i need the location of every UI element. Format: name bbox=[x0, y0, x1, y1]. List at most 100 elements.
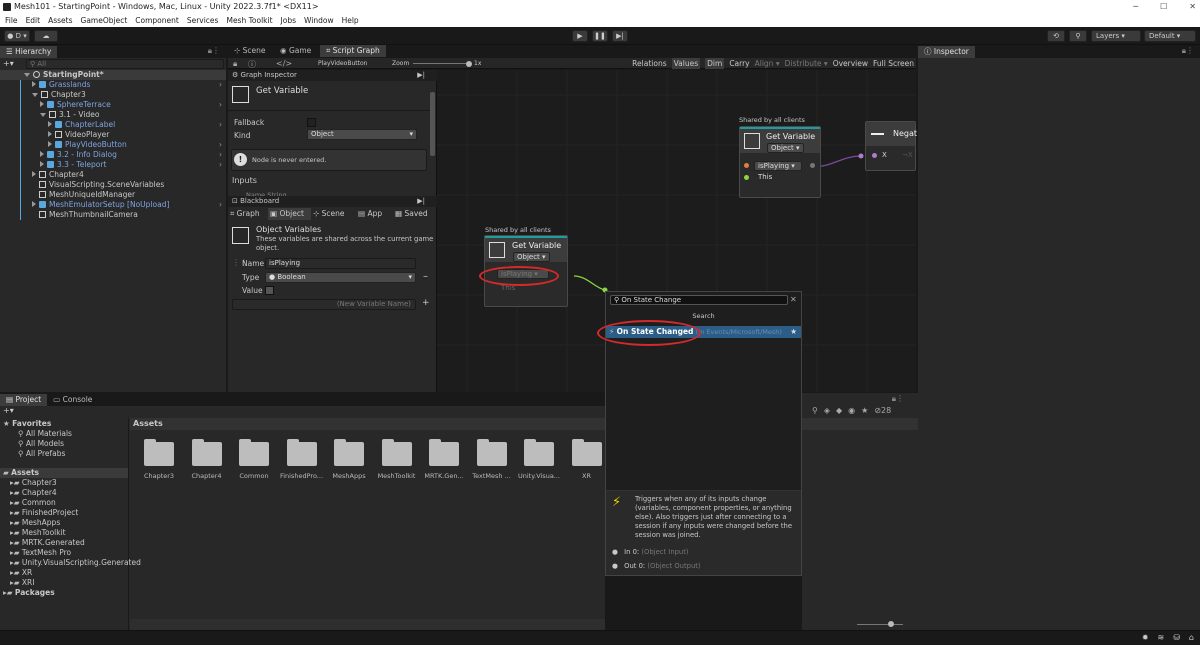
new-variable-input[interactable]: (New Variable Name) bbox=[232, 299, 416, 310]
minimize-icon[interactable]: ─ bbox=[1133, 0, 1138, 14]
folder-icon[interactable] bbox=[571, 439, 602, 466]
folder-icon[interactable] bbox=[286, 439, 317, 466]
node-right-var-dropdown[interactable]: isPlaying ▾ bbox=[754, 161, 802, 171]
open-prefab-chevron-icon[interactable]: › bbox=[219, 150, 222, 160]
tab-app[interactable]: ▤ App bbox=[356, 208, 393, 220]
tab-scene-variables[interactable]: ⊹ Scene bbox=[311, 208, 356, 220]
tree-folder-item[interactable]: ▸▰ FinishedProject bbox=[0, 508, 128, 518]
menu-window[interactable]: Window bbox=[304, 14, 334, 27]
expand-right-icon[interactable] bbox=[32, 171, 36, 177]
close-icon[interactable]: ✕ bbox=[1189, 0, 1196, 14]
hierarchy-item[interactable]: 3.2 - Info Dialog › bbox=[0, 150, 226, 160]
input-port[interactable] bbox=[872, 153, 877, 158]
label-filter-icon[interactable]: ◆ bbox=[836, 406, 842, 415]
menu-file[interactable]: File bbox=[5, 14, 18, 27]
tab-object[interactable]: ▣ Object bbox=[268, 208, 311, 220]
expand-right-icon[interactable] bbox=[40, 151, 44, 157]
hierarchy-item[interactable]: Chapter4 bbox=[0, 170, 226, 180]
variable-name-input[interactable]: isPlaying bbox=[265, 258, 416, 269]
folder-icon[interactable] bbox=[524, 439, 554, 466]
menu-edit[interactable]: Edit bbox=[26, 14, 41, 27]
folder-label[interactable]: TextMesh ... bbox=[468, 472, 516, 480]
tree-folder-item[interactable]: ▸▰ XRI bbox=[0, 578, 128, 588]
hierarchy-search-input[interactable]: ⚲ All bbox=[26, 59, 224, 69]
add-variable-icon[interactable]: + bbox=[422, 298, 430, 308]
menu-assets[interactable]: Assets bbox=[48, 14, 72, 27]
graph-option-5[interactable]: Distribute ▾ bbox=[785, 58, 828, 69]
tab-script-graph[interactable]: ⌗ Script Graph bbox=[320, 45, 386, 57]
hierarchy-item[interactable]: VideoPlayer bbox=[0, 130, 226, 140]
open-prefab-chevron-icon[interactable]: › bbox=[219, 160, 222, 170]
folder-label[interactable]: MeshApps bbox=[325, 472, 373, 480]
tree-folder-item[interactable]: ▸▰ Chapter3 bbox=[0, 478, 128, 488]
graph-option-6[interactable]: Overview bbox=[833, 58, 868, 69]
search-icon[interactable]: ⚲ bbox=[1069, 30, 1087, 42]
expand-down-icon[interactable] bbox=[40, 113, 46, 117]
tab-scene[interactable]: ⊹ Scene bbox=[228, 45, 272, 57]
lock-icon[interactable]: 🔒︎⋮ bbox=[1182, 46, 1194, 56]
hierarchy-item[interactable]: VisualScripting.SceneVariables bbox=[0, 180, 226, 190]
open-prefab-chevron-icon[interactable]: › bbox=[219, 80, 222, 90]
input-port[interactable] bbox=[744, 163, 749, 168]
menu-gameobject[interactable]: GameObject bbox=[81, 14, 128, 27]
search-filter-icon[interactable]: ⚲ bbox=[812, 406, 818, 415]
graph-breadcrumb[interactable]: PlayVideoButton bbox=[318, 60, 367, 67]
graph-lock-icon[interactable]: 🔒︎ bbox=[233, 59, 237, 69]
expand-right-icon[interactable] bbox=[48, 141, 52, 147]
graph-option-7[interactable]: Full Screen bbox=[873, 58, 914, 69]
tab-game[interactable]: ◉ Game bbox=[274, 45, 317, 57]
graph-option-2[interactable]: Dim bbox=[705, 58, 725, 69]
hierarchy-item[interactable]: 3.3 - Teleport › bbox=[0, 160, 226, 170]
tab-hierarchy[interactable]: ☰ Hierarchy bbox=[0, 46, 58, 58]
folder-icon[interactable] bbox=[239, 439, 269, 466]
tree-folder-item[interactable]: ▸▰ MRTK.Generated bbox=[0, 538, 128, 548]
collapse-icon[interactable]: ▶| bbox=[417, 196, 425, 207]
hierarchy-item[interactable]: PlayVideoButton › bbox=[0, 140, 226, 150]
expand-right-icon[interactable] bbox=[32, 201, 36, 207]
open-prefab-chevron-icon[interactable]: › bbox=[219, 100, 222, 110]
folder-label[interactable]: Common bbox=[230, 472, 278, 480]
expand-right-icon[interactable] bbox=[48, 131, 52, 137]
node-right-kind-dropdown[interactable]: Object ▾ bbox=[767, 143, 804, 153]
open-prefab-chevron-icon[interactable]: › bbox=[219, 120, 222, 130]
node-left-kind-dropdown[interactable]: Object ▾ bbox=[513, 252, 550, 262]
collapse-icon[interactable]: ▶| bbox=[417, 70, 425, 81]
tab-inspector[interactable]: ⓘ Inspector bbox=[918, 46, 975, 58]
favorite-star-icon[interactable]: ★ bbox=[790, 326, 797, 338]
icon-size-slider-handle[interactable] bbox=[888, 621, 894, 627]
hidden-count-icon[interactable]: ⊘28 bbox=[874, 406, 891, 415]
tree-favorite-item[interactable]: ⚲ All Models bbox=[0, 439, 128, 449]
tree-folder-item[interactable]: ▸▰ Common bbox=[0, 498, 128, 508]
hierarchy-item[interactable]: MeshUniqueIdManager bbox=[0, 190, 226, 200]
folder-label[interactable]: Chapter3 bbox=[135, 472, 183, 480]
remove-variable-icon[interactable]: – bbox=[423, 271, 428, 282]
hierarchy-item[interactable]: MeshThumbnailCamera bbox=[0, 210, 226, 220]
graph-option-3[interactable]: Carry bbox=[729, 58, 749, 69]
kind-dropdown[interactable]: Object ▾ bbox=[307, 129, 417, 140]
graph-option-1[interactable]: Values bbox=[671, 58, 701, 69]
folder-label[interactable]: XR bbox=[563, 472, 611, 480]
menu-jobs[interactable]: Jobs bbox=[281, 14, 296, 27]
inspector-scrollbar[interactable] bbox=[430, 92, 435, 156]
add-icon[interactable]: +▾ bbox=[3, 406, 14, 415]
history-icon[interactable]: ⟲ bbox=[1047, 30, 1065, 42]
folder-icon[interactable] bbox=[429, 439, 459, 466]
tree-favorites[interactable]: ★ Favorites bbox=[0, 419, 128, 429]
tree-folder-item[interactable]: ▸▰ MeshApps bbox=[0, 518, 128, 528]
hierarchy-item[interactable]: ChapterLabel › bbox=[0, 120, 226, 130]
input-port[interactable] bbox=[744, 175, 749, 180]
tree-folder-item[interactable]: ▸▰ MeshToolkit bbox=[0, 528, 128, 538]
hierarchy-item[interactable]: SphereTerrace › bbox=[0, 100, 226, 110]
tab-graph[interactable]: ⌗ Graph bbox=[228, 208, 268, 220]
folder-icon[interactable] bbox=[334, 439, 364, 466]
layers-icon[interactable]: ≋ bbox=[1158, 633, 1165, 642]
pause-icon[interactable]: ❚❚ bbox=[592, 30, 608, 42]
graph-option-0[interactable]: Relations bbox=[632, 58, 666, 69]
tree-packages[interactable]: ▸▰ Packages bbox=[0, 588, 128, 598]
folder-icon[interactable] bbox=[191, 439, 222, 466]
assets-breadcrumb[interactable]: Assets bbox=[130, 418, 605, 430]
fallback-checkbox[interactable] bbox=[307, 118, 316, 127]
layers-dropdown[interactable]: Layers ▾ bbox=[1091, 30, 1141, 42]
folder-icon[interactable] bbox=[476, 439, 507, 466]
tree-favorite-item[interactable]: ⚲ All Prefabs bbox=[0, 449, 128, 459]
